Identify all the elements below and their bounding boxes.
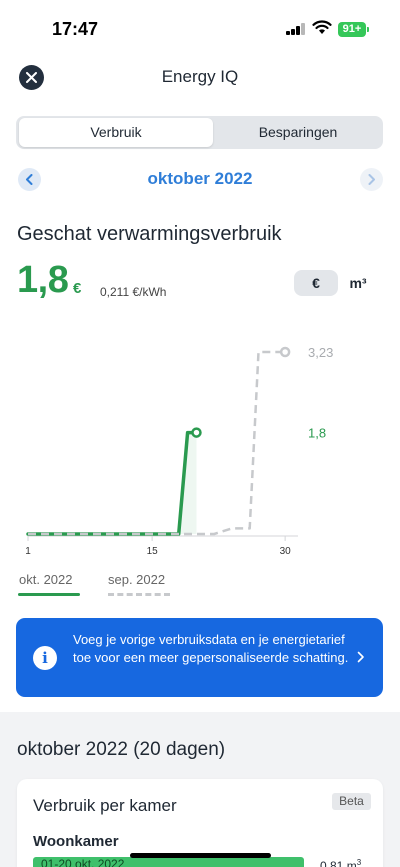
- next-month-button[interactable]: [360, 168, 383, 191]
- series-area-current: [28, 432, 197, 534]
- estimated-value: 1,8: [17, 259, 69, 301]
- series-end-point-previous: [279, 346, 291, 358]
- battery-indicator: 91+: [338, 22, 366, 37]
- tab-verbruik[interactable]: Verbruik: [19, 118, 213, 147]
- room-value: 0,81 m3: [320, 858, 361, 867]
- legend-current-label: okt. 2022: [19, 572, 73, 587]
- tariff-label: 0,211 €/kWh: [100, 285, 167, 299]
- page-title: Energy IQ: [161, 67, 239, 86]
- beta-badge: Beta: [332, 793, 371, 810]
- period-title: oktober 2022 (20 dagen): [17, 739, 226, 760]
- status-time: 17:47: [52, 19, 99, 39]
- cellular-signal-icon: [286, 23, 306, 35]
- series-line-current: [26, 430, 199, 536]
- series-end-label-previous: 3,23: [308, 345, 333, 360]
- room-bar-label: 01-20 okt. 2022: [41, 857, 125, 867]
- tab-besparingen[interactable]: Besparingen: [215, 118, 381, 147]
- legend-previous-swatch: [108, 593, 170, 596]
- room-name: Woonkamer: [33, 833, 119, 850]
- legend-previous-label: sep. 2022: [108, 572, 166, 587]
- room-value-number: 0,81 m: [320, 859, 357, 867]
- wifi-icon: [312, 20, 332, 34]
- legend-current-swatch: [18, 593, 80, 596]
- unit-euro-option[interactable]: €: [294, 270, 338, 296]
- series-end-label-current: 1,8: [308, 426, 326, 441]
- consumption-chart: 1 15 30 1,8 3,23: [25, 345, 333, 557]
- estimated-value-unit: €: [73, 280, 82, 297]
- room-value-sup: 3: [356, 858, 362, 867]
- personalize-banner[interactable]: i Voeg je vorige verbruiksdata en je ene…: [16, 618, 383, 697]
- x-tick-label: 15: [147, 546, 159, 557]
- card-title: Verbruik per kamer: [33, 796, 177, 815]
- chevron-right-icon: [368, 174, 375, 185]
- chevron-right-icon: [357, 651, 364, 663]
- home-indicator: [130, 853, 271, 858]
- month-label: oktober 2022: [147, 169, 253, 188]
- series-end-point-current: [191, 427, 202, 438]
- x-tick-label: 30: [280, 546, 292, 557]
- view-segmented-control: Verbruik Besparingen: [16, 116, 383, 149]
- series-line-previous: [28, 350, 286, 536]
- unit-toggle: € m³: [294, 270, 378, 296]
- section-title: Geschat verwarmingsverbruik: [17, 223, 282, 245]
- x-tick-label: 1: [25, 546, 31, 557]
- info-icon: i: [33, 646, 57, 670]
- banner-text: Voeg je vorige verbruiksdata en je energ…: [73, 632, 349, 665]
- status-bar: 17:47 91+: [0, 0, 400, 56]
- battery-tip: [367, 27, 369, 32]
- unit-m3-option[interactable]: m³: [340, 270, 376, 296]
- room-consumption-bar: 01-20 okt. 2022: [33, 857, 304, 867]
